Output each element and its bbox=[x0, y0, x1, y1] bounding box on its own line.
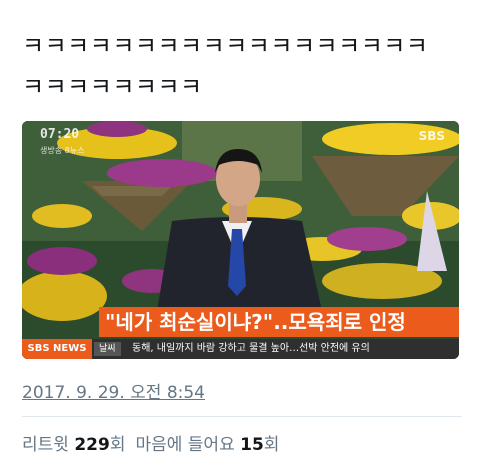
channel-logo: SBS bbox=[418, 129, 445, 143]
retweet-label: 리트윗 bbox=[22, 435, 69, 455]
ticker-logo: SBS NEWS bbox=[22, 339, 92, 359]
news-ticker: SBS NEWS 날씨 동해, 내일까지 바람 강하고 물결 높아…선박 안전에… bbox=[22, 339, 459, 359]
retweet-count: 229 bbox=[74, 435, 110, 455]
ticker-category: 날씨 bbox=[94, 342, 121, 356]
tweet-stats: 리트윗 229회 마음에 들어요 15회 bbox=[22, 430, 279, 455]
program-label: 생방송 8뉴스 bbox=[40, 146, 85, 155]
like-unit: 회 bbox=[263, 435, 280, 455]
like-label: 마음에 들어요 bbox=[135, 435, 235, 455]
tweet-media-image[interactable]: 07:20 생방송 8뉴스 SBS "네가 최순실이냐?"..모욕죄로 인정 S… bbox=[22, 121, 459, 359]
tweet-timestamp-link[interactable]: 2017. 9. 29. 오전 8:54 bbox=[22, 378, 205, 403]
tweet-text: ㅋㅋㅋㅋㅋㅋㅋㅋㅋㅋㅋㅋㅋㅋㅋㅋㅋㅋ ㅋㅋㅋㅋㅋㅋㅋㅋ bbox=[22, 32, 429, 101]
retweet-stat[interactable]: 리트윗 229회 bbox=[22, 435, 125, 455]
ticker-headline: 동해, 내일까지 바람 강하고 물결 높아…선박 안전에 유의 bbox=[132, 343, 370, 354]
retweet-unit: 회 bbox=[109, 435, 126, 455]
like-count: 15 bbox=[240, 435, 264, 455]
news-caption: "네가 최순실이냐?"..모욕죄로 인정 bbox=[99, 307, 459, 337]
divider bbox=[22, 416, 462, 417]
like-stat[interactable]: 마음에 들어요 15회 bbox=[135, 435, 279, 455]
broadcast-clock: 07:20 bbox=[40, 127, 80, 142]
